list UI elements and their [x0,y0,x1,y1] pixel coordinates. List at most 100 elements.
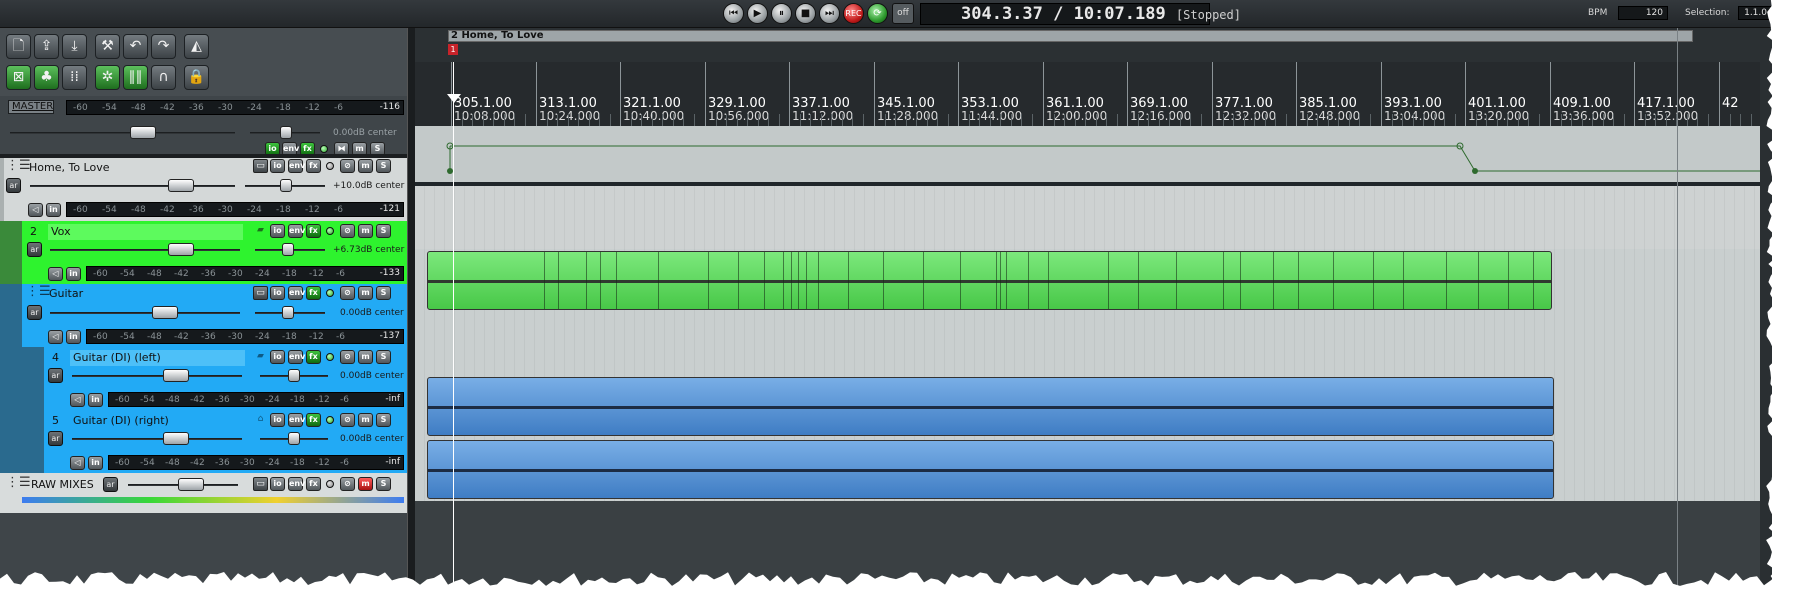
io-button[interactable]: io [270,413,285,427]
track-guitar-di-left[interactable]: 4 Guitar (DI) (left) ar ▰ io env fx ⊘ m … [0,347,407,410]
folder-tree-icon[interactable]: ⋮☰ [6,476,31,491]
item-grouping-button[interactable]: ✲ [95,65,120,90]
media-item-vox[interactable] [427,251,1552,310]
comment-icon[interactable]: ▭ [253,477,268,491]
mute-button[interactable]: m [358,159,373,173]
comment-icon[interactable]: ▭ [253,286,268,300]
track-name[interactable]: Guitar (DI) (left) [70,350,245,366]
env-button[interactable]: env [288,286,305,300]
ripple-edit-button[interactable]: ♣ [34,65,59,90]
solo-button[interactable]: S [376,159,391,173]
volume-fader[interactable] [178,478,204,491]
lane-vox[interactable] [415,249,1772,312]
record-arm-button[interactable]: ar [48,431,63,446]
undo-button[interactable]: ↶ [123,34,148,59]
mute-button[interactable]: m [358,224,373,238]
solo-button[interactable]: S [376,286,391,300]
input-button[interactable]: in [66,330,81,344]
master-label[interactable]: MASTER [8,100,55,114]
timeline-ruler[interactable]: 305.1.00 10:08.000 313.1.00 10:24.000 321.1.… [415,62,1772,126]
env-button[interactable]: env [288,477,305,491]
go-to-start-button[interactable]: ⏮ [723,3,744,24]
grid-toggle-button[interactable]: ⊠ [6,65,31,90]
comment-icon[interactable]: ▭ [253,159,268,173]
fx-button[interactable]: fx [306,159,321,173]
phase-button[interactable]: ⊘ [340,477,355,491]
pan-knob[interactable] [282,243,294,256]
repeat-button[interactable]: ⟳ [867,3,888,24]
phase-button[interactable]: ⊘ [340,286,355,300]
volume-fader[interactable] [163,432,189,445]
record-arm-button[interactable]: ar [27,242,42,257]
track-name[interactable]: Home, To Love [26,160,110,176]
solo-button[interactable]: S [376,224,391,238]
monitor-button[interactable]: ◁ [48,267,63,281]
input-button[interactable]: in [88,393,103,407]
crossfade-button[interactable]: ∥∥ [123,65,148,90]
phase-button[interactable]: ⊘ [340,159,355,173]
record-arm-button[interactable]: ar [6,178,21,193]
selection-field[interactable]: 1.1.0 [1738,6,1772,20]
region-block[interactable]: 2 Home, To Love [448,30,1693,42]
monitor-button[interactable]: ◁ [28,203,43,217]
volume-fader[interactable] [168,243,194,256]
track-name[interactable]: RAW MIXES [28,477,94,493]
fx-button[interactable]: fx [306,413,321,427]
lane-home-to-love[interactable] [415,186,1772,249]
lane-guitar-di-right[interactable] [415,438,1772,501]
go-to-end-button[interactable]: ⏭ [819,3,840,24]
track-guitar[interactable]: ⋮☰ Guitar ar ▭ io env fx ⊘ m S 0.00dB ce… [0,284,407,347]
volume-fader[interactable] [168,179,194,192]
solo-button[interactable]: S [376,413,391,427]
snap-grid-button[interactable]: ⁞⁞ [62,65,87,90]
mute-button[interactable]: m [358,413,373,427]
io-button[interactable]: io [270,159,285,173]
edit-cursor-handle-icon[interactable] [447,94,461,103]
master-volume-fader[interactable] [130,126,156,139]
stop-button[interactable]: ■ [795,3,816,24]
fx-button[interactable]: fx [306,224,321,238]
folder-icon[interactable]: ▰ [253,224,268,238]
monitor-button[interactable]: ◁ [48,330,63,344]
mute-button[interactable]: m [358,477,373,491]
track-name[interactable]: Guitar (DI) (right) [70,413,245,429]
solo-button[interactable]: S [376,350,391,364]
io-button[interactable]: io [270,350,285,364]
redo-button[interactable]: ↷ [151,34,176,59]
track-name[interactable]: Vox [48,224,243,240]
pause-button[interactable]: ⏸ [771,3,792,24]
input-button[interactable]: in [46,203,61,217]
volume-fader[interactable] [163,369,189,382]
lock-button[interactable]: 🔒 [184,65,209,90]
folder-end-icon[interactable]: ⌂ [253,413,268,427]
automation-mode-button[interactable]: off [892,3,914,24]
tcp-splitter[interactable] [407,28,415,590]
env-button[interactable]: env [288,413,305,427]
phase-button[interactable]: ⊘ [340,350,355,364]
mute-button[interactable]: m [358,286,373,300]
marker-flag[interactable]: 1 [448,44,458,55]
track-guitar-di-right[interactable]: 5 Guitar (DI) (right) ar ⌂ io env fx ⊘ m… [0,410,407,473]
record-arm-button[interactable]: ar [48,368,63,383]
track-home-to-love[interactable]: ⋮☰ Home, To Love ar ▭ io env fx ⊘ m S +1… [0,158,407,221]
env-button[interactable]: env [288,159,305,173]
lane-guitar[interactable] [415,312,1772,375]
time-display[interactable]: 304.3.37 / 10:07.189 [Stopped] [920,3,1241,25]
master-volume-envelope[interactable] [415,126,1772,186]
media-item-guitar-left[interactable] [427,377,1554,436]
vertical-scrollbar[interactable] [1760,28,1772,590]
pan-knob[interactable] [282,306,294,319]
record-arm-button[interactable]: ar [103,477,118,492]
phase-button[interactable]: ⊘ [340,224,355,238]
pan-knob[interactable] [288,369,300,382]
play-button[interactable]: ▶ [747,3,768,24]
pan-knob[interactable] [280,179,292,192]
input-button[interactable]: in [66,267,81,281]
record-button[interactable]: REC [843,3,864,24]
pan-knob[interactable] [288,432,300,445]
save-project-button[interactable]: ⤓ [62,34,87,59]
edit-cursor[interactable] [453,62,454,590]
volume-fader[interactable] [152,306,178,319]
settings-button[interactable]: ⚒ [95,34,120,59]
fx-button[interactable]: fx [306,477,321,491]
